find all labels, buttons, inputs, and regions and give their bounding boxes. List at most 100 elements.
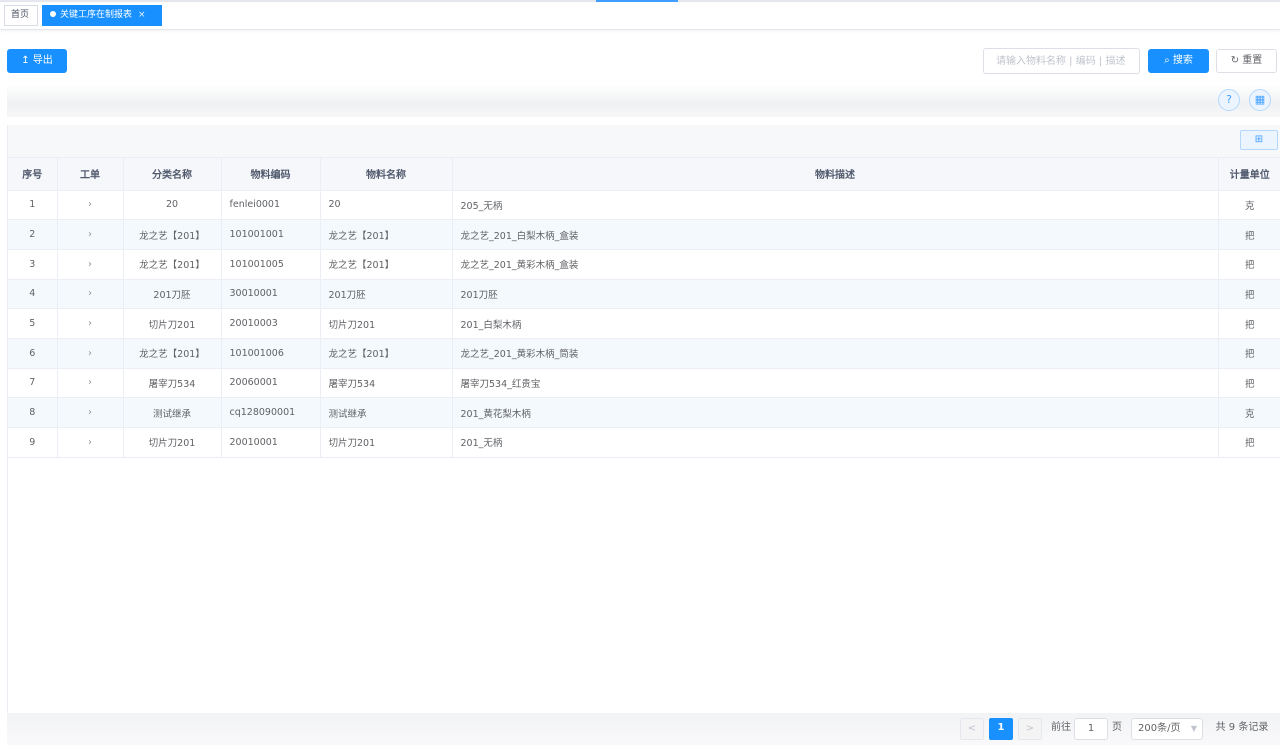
chevron-right-icon[interactable]: › [57, 279, 124, 310]
cell-unit: 把 [1218, 279, 1280, 310]
cell-name: 龙之艺【201】 [320, 338, 453, 369]
export-button[interactable]: ↥ 导出 [7, 49, 67, 73]
table-row[interactable]: 7 › 屠宰刀534 20060001 屠宰刀534 屠宰刀534_红贵宝把 [8, 368, 1280, 399]
cell-unit: 把 [1218, 219, 1280, 250]
table-row[interactable]: 2 › 龙之艺【201】 101001001 龙之艺【201】 龙之艺_201_白梨木柄_… [8, 219, 1280, 250]
page-size-select[interactable]: 200条/页 ▼ [1131, 718, 1203, 740]
cell-category: 切片刀201 [123, 308, 222, 339]
chevron-right-icon[interactable]: › [57, 338, 124, 369]
reset-button[interactable]: ↻ 重置 [1216, 49, 1277, 73]
col-header-workorder[interactable]: 工单 [57, 158, 124, 191]
cell-code: 20010003 [221, 308, 321, 339]
search-input[interactable] [983, 48, 1140, 74]
cell-unit: 把 [1218, 308, 1280, 339]
cell-unit: 把 [1218, 338, 1280, 369]
cell-desc: 201刀胚 [452, 279, 1219, 310]
goto-suffix: 页 [1112, 722, 1122, 733]
table-row[interactable]: 4 › 201刀胚 30010001 201刀胚 201刀胚把 [8, 279, 1280, 310]
cell-code: 20060001 [221, 368, 321, 399]
col-header-unit[interactable]: 计量单位 [1218, 158, 1280, 191]
close-icon[interactable]: × [138, 6, 146, 25]
table-toolbar: ⊞ [8, 125, 1280, 158]
table-row[interactable]: 9 › 切片刀201 20010001 切片刀201 201_无柄把 [8, 427, 1280, 458]
cell-category: 201刀胚 [123, 279, 222, 310]
cell-name: 切片刀201 [320, 308, 453, 339]
grid-icon[interactable]: ▦ [1249, 89, 1271, 111]
cell-no: 6 [8, 338, 58, 369]
cell-category: 切片刀201 [123, 427, 222, 458]
caret-down-icon: ▼ [1190, 724, 1197, 733]
tab-process-report-label: 关键工序在制报表 [60, 10, 133, 20]
cell-unit: 克 [1218, 190, 1280, 221]
cell-desc: 龙之艺_201_黄彩木柄_筒装 [452, 338, 1219, 369]
table-row[interactable]: 6 › 龙之艺【201】 101001006 龙之艺【201】 龙之艺_201_黄彩木柄_… [8, 338, 1280, 369]
total-records: 共 9 条记录 [1215, 722, 1269, 733]
cell-no: 4 [8, 279, 58, 310]
cell-no: 3 [8, 249, 58, 280]
goto-page-input[interactable]: 1 [1074, 718, 1108, 740]
material-table: 序号 工单 分类名称 物料编码 物料名称 物料描述 计量单位 1 › 20 fenle… [8, 158, 1280, 458]
table-row[interactable]: 8 › 测试继承 cq128090001 测试继承 201_黄花梨木柄克 [8, 397, 1280, 428]
cell-name: 201刀胚 [320, 279, 453, 310]
question-icon[interactable]: ? [1218, 89, 1240, 111]
search-button[interactable]: ⌕ 搜索 [1148, 49, 1209, 73]
cell-no: 9 [8, 427, 58, 458]
cell-category: 龙之艺【201】 [123, 249, 222, 280]
col-header-category[interactable]: 分类名称 [123, 158, 222, 191]
cell-category: 龙之艺【201】 [123, 219, 222, 250]
cell-desc: 龙之艺_201_黄彩木柄_盒装 [452, 249, 1219, 280]
table-row[interactable]: 5 › 切片刀201 20010003 切片刀201 201_白梨木柄把 [8, 308, 1280, 339]
cell-code: 101001001 [221, 219, 321, 250]
cell-code: 101001006 [221, 338, 321, 369]
cell-unit: 克 [1218, 397, 1280, 428]
cell-name: 20 [320, 190, 453, 221]
col-header-desc[interactable]: 物料描述 [452, 158, 1219, 191]
cell-desc: 201_无柄 [452, 427, 1219, 458]
page-1-button[interactable]: 1 [989, 718, 1013, 740]
table-row[interactable]: 1 › 20 fenlei0001 20 205_无柄克 [8, 190, 1280, 221]
cell-code: cq128090001 [221, 397, 321, 428]
cell-category: 龙之艺【201】 [123, 338, 222, 369]
cell-name: 切片刀201 [320, 427, 453, 458]
chevron-right-icon[interactable]: › [57, 368, 124, 399]
cell-no: 8 [8, 397, 58, 428]
top-progress-bar [0, 0, 1280, 2]
action-strip [7, 84, 1280, 117]
tab-process-report[interactable]: 关键工序在制报表 × [42, 5, 162, 26]
chevron-right-icon[interactable]: › [57, 427, 124, 458]
next-page-button[interactable]: > [1018, 718, 1042, 740]
cell-no: 5 [8, 308, 58, 339]
cell-name: 龙之艺【201】 [320, 219, 453, 250]
cell-name: 测试继承 [320, 397, 453, 428]
col-header-name[interactable]: 物料名称 [320, 158, 453, 191]
top-progress-accent [596, 0, 678, 2]
cell-category: 测试继承 [123, 397, 222, 428]
pagination: < 1 > 前往 1 页 200条/页 ▼ 共 9 条记录 [7, 713, 1280, 745]
cell-name: 龙之艺【201】 [320, 249, 453, 280]
cell-no: 1 [8, 190, 58, 221]
cell-code: 30010001 [221, 279, 321, 310]
chevron-right-icon[interactable]: › [57, 397, 124, 428]
reset-label: 重置 [1242, 55, 1263, 66]
cell-desc: 龙之艺_201_白梨木柄_盒装 [452, 219, 1219, 250]
data-table: ⊞ 序号 工单 分类名称 物料编码 物料名称 物料描述 计量单位 1 › 20 fen… [7, 125, 1280, 713]
chevron-right-icon[interactable]: › [57, 190, 124, 221]
col-header-code[interactable]: 物料编码 [221, 158, 321, 191]
chevron-right-icon[interactable]: › [57, 219, 124, 250]
cell-code: fenlei0001 [221, 190, 321, 221]
search-icon: ⌕ [1164, 55, 1170, 66]
cell-no: 7 [8, 368, 58, 399]
cell-unit: 把 [1218, 249, 1280, 280]
column-settings-grid-icon[interactable]: ⊞ [1240, 130, 1278, 150]
tab-home[interactable]: 首页 [4, 5, 38, 26]
cell-unit: 把 [1218, 427, 1280, 458]
cell-desc: 205_无柄 [452, 190, 1219, 221]
prev-page-button[interactable]: < [960, 718, 984, 740]
col-header-no[interactable]: 序号 [8, 158, 58, 191]
table-row[interactable]: 3 › 龙之艺【201】 101001005 龙之艺【201】 龙之艺_201_黄彩木柄_… [8, 249, 1280, 280]
export-label: 导出 [32, 55, 53, 66]
chevron-right-icon[interactable]: › [57, 249, 124, 280]
cell-desc: 屠宰刀534_红贵宝 [452, 368, 1219, 399]
chevron-right-icon[interactable]: › [57, 308, 124, 339]
tab-home-label: 首页 [11, 10, 30, 20]
